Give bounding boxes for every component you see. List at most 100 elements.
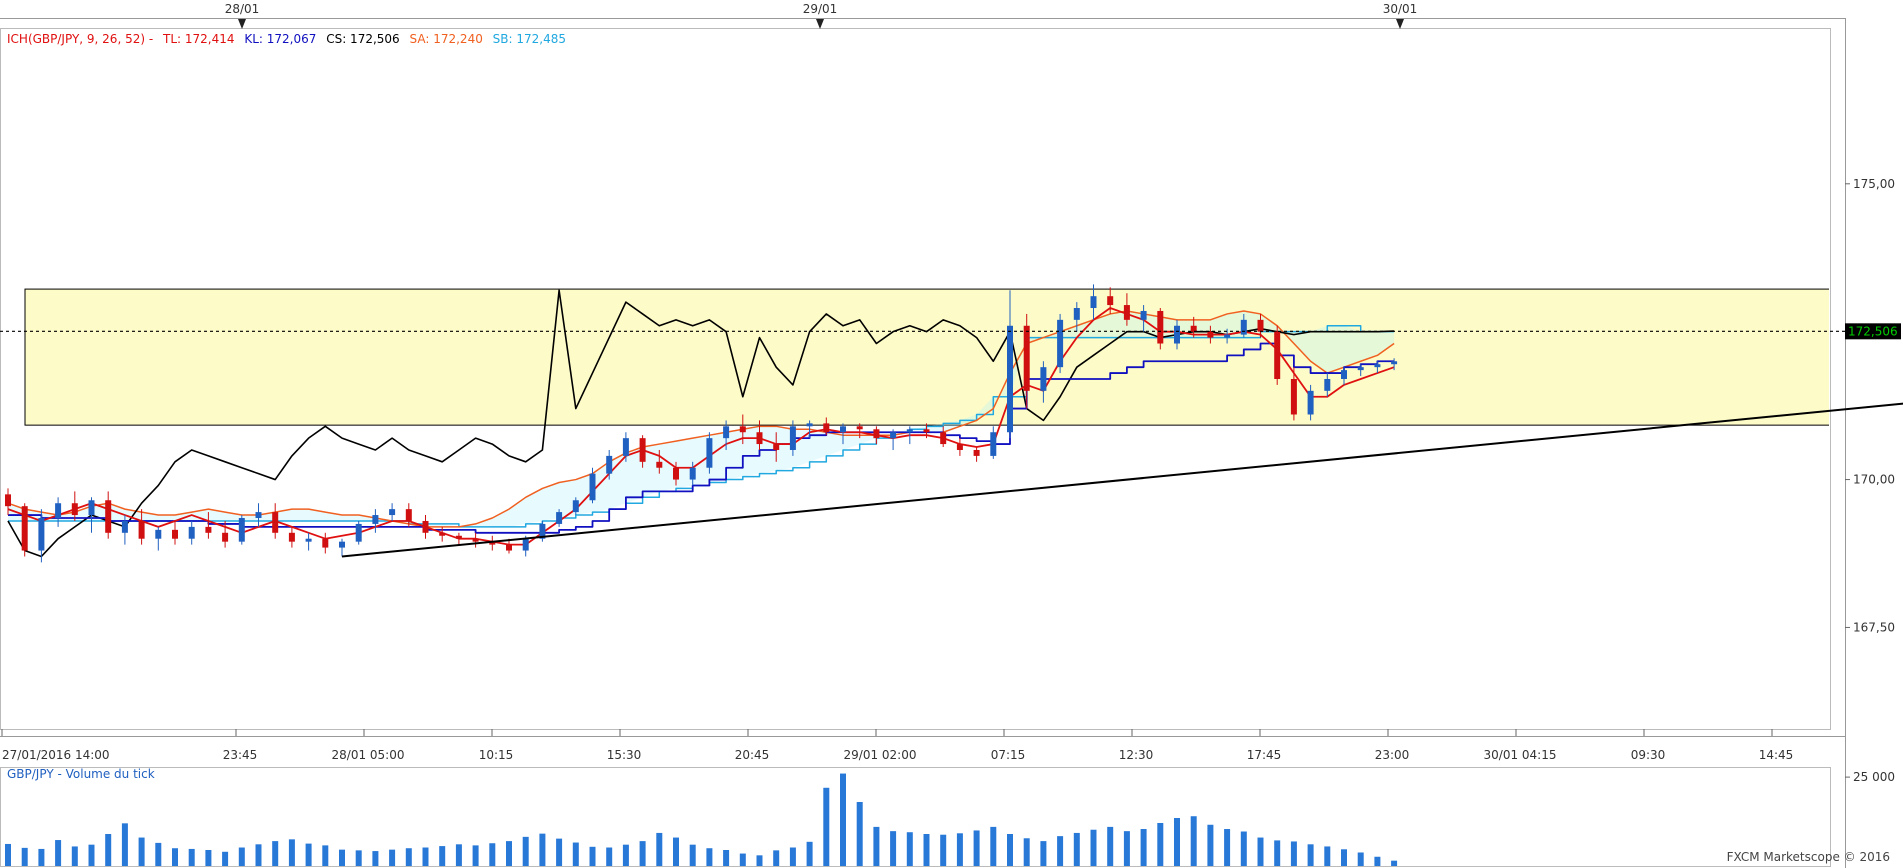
candle-body: [890, 432, 897, 439]
y-tick-label: 175,00: [1853, 177, 1895, 191]
candle-body: [606, 455, 613, 474]
volume-bar: [222, 851, 229, 866]
volume-bar: [1190, 816, 1197, 866]
volume-bar: [339, 849, 345, 866]
candle-body: [439, 532, 446, 536]
volume-bar: [238, 847, 245, 866]
volume-bar: [389, 849, 396, 866]
volume-bar: [639, 841, 646, 866]
volume-bar: [5, 843, 11, 866]
volume-bar: [1157, 822, 1164, 866]
volume-bar: [138, 837, 145, 866]
x-tick-label: 20:45: [735, 748, 770, 762]
volume-bar: [1007, 834, 1013, 866]
top-date-marker: [1396, 19, 1404, 29]
candle-body: [1274, 331, 1281, 379]
candle-body: [1374, 364, 1381, 368]
x-tick-label: 27/01/2016 14:00: [2, 748, 110, 762]
volume-bar: [1107, 826, 1114, 866]
candle-body: [288, 532, 295, 542]
candle-body: [55, 503, 62, 519]
volume-bar: [890, 831, 897, 866]
volume-bar: [422, 847, 429, 866]
candle-body: [272, 512, 279, 533]
volume-bar: [1023, 838, 1030, 866]
volume-bar: [1073, 832, 1080, 866]
candle-body: [506, 544, 512, 551]
volume-bar: [1140, 829, 1147, 866]
candle-body: [739, 426, 746, 433]
volume-bar: [1090, 829, 1097, 866]
volume-bar: [1224, 829, 1231, 866]
volume-bar: [1240, 831, 1247, 866]
candle-body: [422, 520, 429, 533]
candle-body: [405, 509, 412, 521]
x-tick-label: 23:00: [1375, 748, 1410, 762]
y-tick-label: 170,00: [1853, 473, 1895, 487]
candle-body: [238, 518, 245, 542]
candle-body: [556, 512, 563, 524]
candle-body: [1007, 325, 1013, 433]
candle-body: [1157, 310, 1164, 344]
volume-bar: [589, 846, 596, 866]
candle-body: [522, 538, 529, 551]
volume-bar: [1290, 841, 1297, 866]
candle-body: [673, 467, 679, 480]
x-tick-label: 29/01 02:00: [844, 748, 917, 762]
volume-bar: [172, 848, 178, 866]
candle-body: [172, 529, 178, 539]
volume-bar: [472, 845, 479, 866]
candle-body: [923, 429, 930, 433]
candle-body: [823, 423, 830, 433]
candle-body: [656, 461, 663, 468]
candle-body: [706, 438, 713, 468]
x-tick-label: 10:15: [479, 748, 514, 762]
volume-bar: [405, 848, 412, 866]
candle-body: [71, 503, 78, 516]
candle-body: [1307, 390, 1314, 415]
candle-body: [155, 529, 162, 539]
volume-bar: [55, 840, 62, 866]
legend-senkou-b: SB: 172,485: [492, 32, 567, 46]
volume-bar: [105, 834, 112, 866]
volume-bar: [940, 834, 947, 866]
volume-bar: [71, 846, 78, 866]
candle-body: [255, 512, 262, 519]
candle-body: [1290, 379, 1297, 415]
candle-body: [1057, 319, 1064, 368]
volume-bar: [21, 847, 28, 866]
candle-body: [1341, 370, 1347, 379]
candle-body: [840, 426, 846, 433]
x-tick-label: 14:45: [1759, 748, 1794, 762]
candle-body: [5, 494, 11, 507]
volume-bar: [572, 842, 579, 866]
volume-bar: [923, 834, 930, 866]
volume-bar: [556, 838, 563, 866]
x-tick-label: 30/01 04:15: [1484, 748, 1557, 762]
top-date-label: 30/01: [1383, 2, 1418, 16]
volume-bar: [539, 833, 546, 866]
volume-bar: [990, 826, 997, 866]
volume-bar: [255, 844, 262, 866]
volume-bar: [1040, 841, 1047, 866]
top-date-label: 28/01: [225, 2, 260, 16]
candle-body: [455, 535, 462, 539]
volume-bar: [806, 841, 813, 866]
candle-body: [1073, 308, 1080, 320]
legend-chikou: CS: 172,506: [326, 32, 400, 46]
volume-bar: [756, 855, 763, 866]
candle-body: [723, 426, 730, 439]
credit-text: FXCM Marketscope © 2016: [1726, 850, 1890, 864]
volume-bar: [1324, 846, 1331, 866]
volume-bar: [522, 836, 529, 866]
x-tick-label: 12:30: [1119, 748, 1154, 762]
volume-bar: [789, 847, 796, 866]
candle-body: [339, 541, 345, 548]
x-tick-label: 28/01 05:00: [332, 748, 405, 762]
volume-bar: [773, 850, 780, 866]
volume-bar: [272, 841, 279, 866]
x-tick-label: 15:30: [607, 748, 642, 762]
candle-body: [21, 506, 28, 551]
top-date-marker: [238, 19, 246, 29]
volume-bar: [38, 848, 45, 866]
